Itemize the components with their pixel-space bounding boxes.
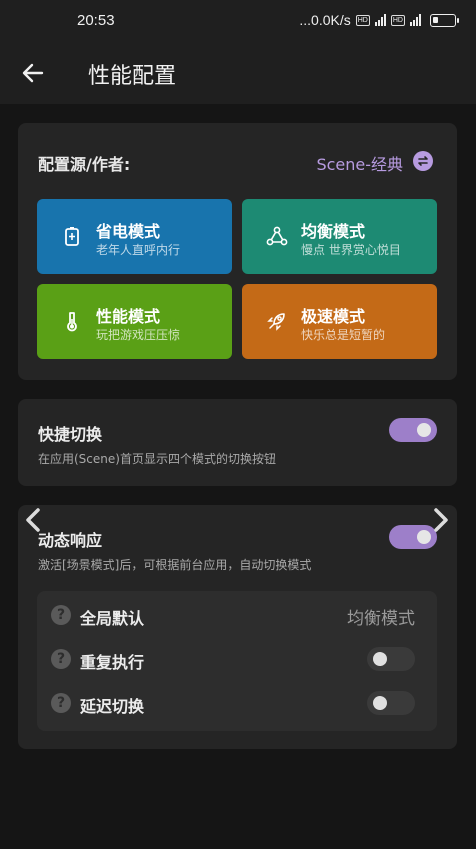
chevron-right-icon[interactable]	[426, 506, 454, 534]
option-repeat-execute: ? 重复执行	[37, 641, 437, 677]
dynamic-response-description: 激活[场景模式]后，可根据前台应用，自动切换模式	[38, 558, 312, 572]
back-button[interactable]	[14, 54, 52, 92]
quick-switch-description: 在应用(Scene)首页显示四个模式的切换按钮	[38, 452, 276, 466]
mode-name: 省电模式	[96, 222, 161, 241]
quick-switch-title: 快捷切换	[38, 425, 103, 444]
rocket-icon	[267, 313, 285, 331]
mode-subtitle: 玩把游戏压压惊	[96, 328, 181, 342]
mode-subtitle: 快乐总是短暂的	[301, 328, 386, 342]
status-indicators: ...0.0K/s HD HD	[299, 12, 459, 28]
battery-icon	[430, 13, 459, 27]
option-label: 全局默认	[80, 609, 145, 628]
help-icon[interactable]: ?	[51, 605, 71, 625]
triangle-nodes-icon	[266, 226, 288, 246]
mode-name: 极速模式	[301, 307, 366, 326]
signal-icon-2	[410, 14, 421, 26]
mode-extreme[interactable]: 极速模式 快乐总是短暂的	[242, 284, 437, 359]
option-global-default[interactable]: ? 全局默认 均衡模式	[37, 597, 437, 633]
status-bar: 20:53 ...0.0K/s HD HD	[0, 0, 476, 44]
mode-power-save[interactable]: 省电模式 老年人直呼内行	[37, 199, 232, 274]
mode-config-card: 配置源/作者: Scene-经典 省电模式 老年人直呼内行 均衡模式 慢点 世界…	[18, 123, 457, 380]
mode-name: 性能模式	[96, 307, 161, 326]
dynamic-response-options: ? 全局默认 均衡模式 ? 重复执行 ? 延迟切换	[37, 591, 437, 731]
network-speed: ...0.0K/s	[299, 12, 351, 28]
option-value[interactable]: 均衡模式	[347, 604, 415, 629]
mode-balanced[interactable]: 均衡模式 慢点 世界赏心悦目	[242, 199, 437, 274]
mode-performance[interactable]: 性能模式 玩把游戏压压惊	[37, 284, 232, 359]
repeat-execute-toggle[interactable]	[367, 647, 415, 671]
config-source-value[interactable]: Scene-经典	[316, 151, 403, 175]
help-icon[interactable]: ?	[51, 693, 71, 713]
mode-subtitle: 老年人直呼内行	[96, 243, 181, 257]
battery-icon	[65, 227, 79, 246]
app-bar: 性能配置	[0, 44, 476, 104]
arrow-left-icon	[22, 63, 44, 83]
option-label: 延迟切换	[80, 697, 145, 716]
hd-badge: HD	[355, 14, 370, 26]
mode-name: 均衡模式	[301, 222, 366, 241]
dynamic-response-card: 动态响应 激活[场景模式]后，可根据前台应用，自动切换模式 ? 全局默认 均衡模…	[18, 505, 457, 749]
quick-switch-toggle[interactable]	[389, 418, 437, 442]
option-label: 重复执行	[80, 653, 145, 672]
quick-switch-card: 快捷切换 在应用(Scene)首页显示四个模式的切换按钮	[18, 399, 457, 486]
mode-subtitle: 慢点 世界赏心悦目	[301, 243, 401, 257]
hd-badge-2: HD	[390, 14, 405, 26]
page-title: 性能配置	[88, 64, 177, 89]
delay-switch-toggle[interactable]	[367, 691, 415, 715]
help-icon[interactable]: ?	[51, 649, 71, 669]
config-source-label: 配置源/作者:	[38, 155, 131, 174]
status-time: 20:53	[77, 12, 115, 29]
thermometer-icon	[67, 312, 77, 332]
option-delay-switch: ? 延迟切换	[37, 685, 437, 721]
signal-icon	[374, 14, 386, 26]
chevron-left-icon[interactable]	[20, 506, 48, 534]
swap-icon[interactable]	[413, 151, 433, 171]
